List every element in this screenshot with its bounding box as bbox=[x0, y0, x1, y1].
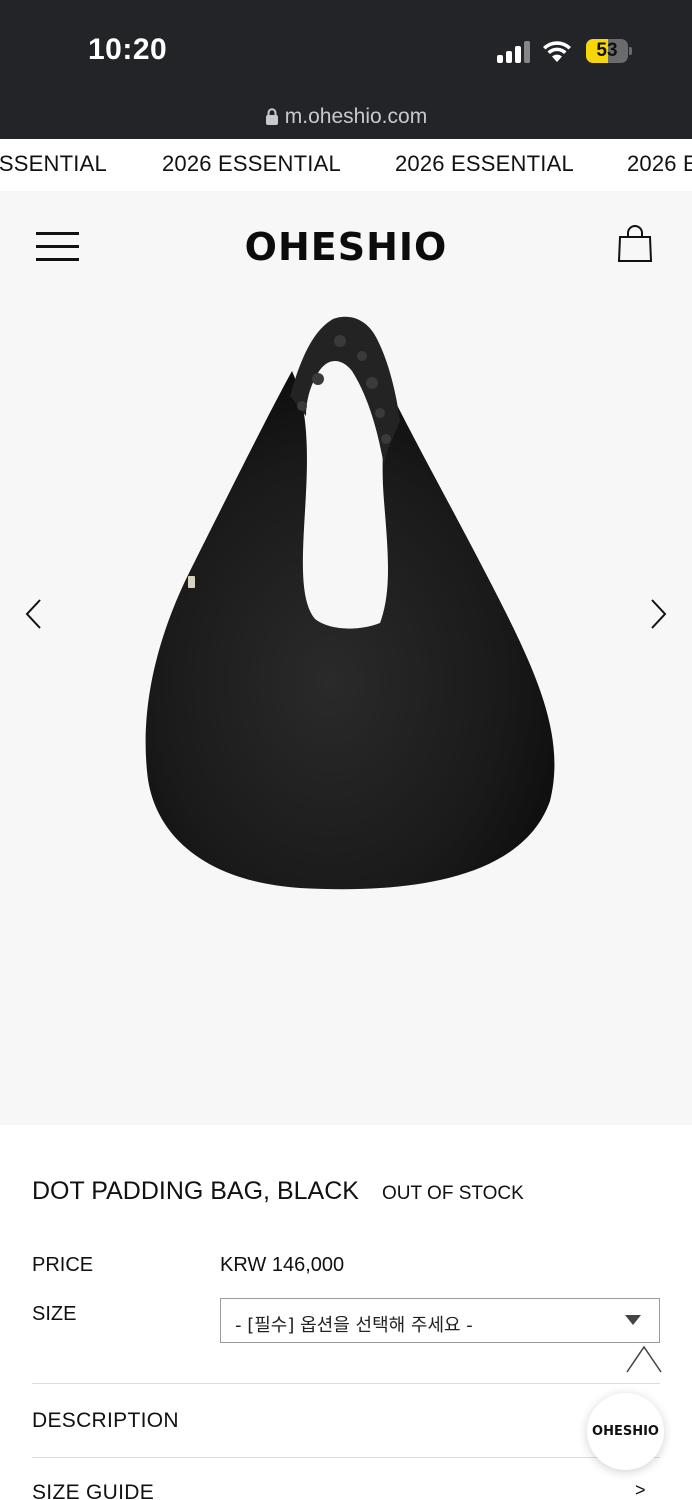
size-select-value: - [필수] 옵션을 선택해 주세요 - bbox=[235, 1315, 473, 1336]
shopping-bag-icon[interactable] bbox=[616, 225, 654, 263]
product-name: DOT PADDING BAG, BLACK bbox=[32, 1177, 359, 1205]
marquee-item: 2026 ESSENTIAL bbox=[0, 151, 107, 176]
cellular-signal-icon bbox=[497, 41, 531, 63]
description-section-toggle[interactable]: DESCRIPTION bbox=[32, 1409, 179, 1433]
scroll-to-top-icon[interactable] bbox=[625, 1344, 663, 1374]
price-label: PRICE bbox=[32, 1254, 94, 1276]
site-logo[interactable]: OHESHIO bbox=[0, 225, 692, 269]
size-guide-section-toggle[interactable]: SIZE GUIDE bbox=[32, 1481, 154, 1500]
stock-status: OUT OF STOCK bbox=[382, 1183, 524, 1204]
divider bbox=[32, 1457, 660, 1458]
size-select[interactable]: - [필수] 옵션을 선택해 주세요 - bbox=[220, 1298, 660, 1343]
chevron-left-icon[interactable] bbox=[22, 597, 44, 631]
chevron-right-icon[interactable] bbox=[648, 597, 670, 631]
divider bbox=[32, 1383, 660, 1384]
status-time: 10:20 bbox=[88, 33, 168, 66]
battery-indicator: 53 bbox=[586, 39, 632, 63]
caret-down-icon bbox=[625, 1315, 641, 1325]
wifi-icon bbox=[543, 41, 571, 62]
size-label: SIZE bbox=[32, 1303, 77, 1325]
price-value: KRW 146,000 bbox=[220, 1254, 345, 1276]
lock-icon bbox=[265, 108, 278, 125]
url-text: m.oheshio.com bbox=[284, 105, 428, 128]
product-gallery[interactable] bbox=[0, 301, 692, 1125]
battery-level: 53 bbox=[596, 40, 618, 61]
status-bar: 10:20 53 m.oheshio.com bbox=[0, 0, 692, 139]
marquee-item: 2026 ESSENTIAL bbox=[162, 151, 341, 176]
chevron-right-icon[interactable]: > bbox=[635, 1481, 647, 1499]
promo-marquee[interactable]: 2026 ESSENTIAL 2026 ESSENTIAL 2026 ESSEN… bbox=[0, 139, 692, 191]
product-info: DOT PADDING BAG, BLACK OUT OF STOCK PRIC… bbox=[0, 1125, 692, 1500]
product-image bbox=[145, 316, 555, 890]
site-header: OHESHIO bbox=[0, 191, 692, 301]
marquee-item: 2026 ESSENTIAL bbox=[627, 151, 692, 176]
brand-chat-button[interactable]: OHESHIO bbox=[587, 1393, 664, 1470]
address-bar[interactable]: m.oheshio.com bbox=[0, 105, 692, 129]
marquee-item: 2026 ESSENTIAL bbox=[395, 151, 574, 176]
